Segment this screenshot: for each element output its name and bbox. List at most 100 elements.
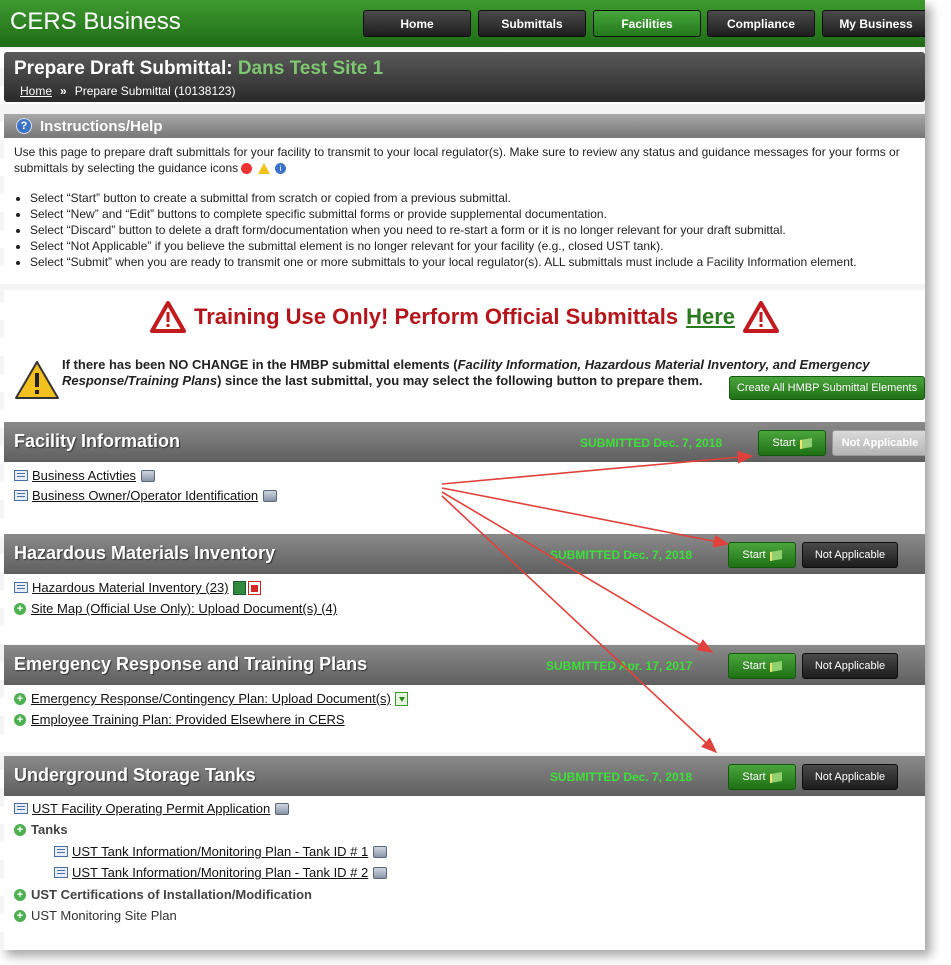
instructions-intro-2-line: submittals by selecting the guidance ico… — [14, 160, 915, 176]
help-icon: ? — [16, 118, 32, 134]
breadcrumb-current: Prepare Submittal (10138123) — [74, 84, 236, 98]
start-button[interactable]: Start — [728, 542, 796, 568]
list-item[interactable]: Business Owner/Operator Identification — [14, 488, 278, 503]
instructions-item: Select “New” and “Edit” buttons to compl… — [30, 206, 915, 222]
business-owner-operator-link[interactable]: Business Owner/Operator Identification — [32, 488, 258, 503]
list-item[interactable]: UST Tank Information/Monitoring Plan - T… — [54, 844, 388, 859]
employee-training-plan-link[interactable]: Employee Training Plan: Provided Elsewhe… — [31, 712, 345, 727]
flag-icon — [769, 660, 782, 672]
not-applicable-button[interactable]: Not Applicable — [802, 764, 898, 790]
print-icon[interactable] — [263, 489, 278, 502]
business-activities-link[interactable]: Business Activties — [32, 468, 136, 483]
caution-icon — [15, 361, 59, 399]
form-icon — [54, 867, 68, 878]
emergency-response-plan-link[interactable]: Emergency Response/Contingency Plan: Upl… — [31, 691, 391, 706]
list-item[interactable]: UST Facility Operating Permit Applicatio… — [14, 801, 290, 816]
instructions-body: Use this page to prepare draft submittal… — [4, 138, 925, 278]
list-item[interactable]: + Employee Training Plan: Provided Elsewh… — [14, 712, 345, 727]
form-icon — [14, 803, 28, 814]
top-navbar: CERS Business Home Submittals Facilities… — [0, 0, 925, 47]
form-icon — [14, 582, 28, 593]
instructions-item: Select “Not Applicable” if you believe t… — [30, 238, 915, 254]
list-item[interactable]: Business Activties — [14, 468, 156, 483]
print-icon[interactable] — [141, 469, 156, 482]
hazardous-material-inventory-link[interactable]: Hazardous Material Inventory (23) — [32, 580, 229, 595]
instructions-item: Select “Submit” when you are ready to tr… — [30, 254, 915, 270]
excel-icon[interactable] — [232, 580, 246, 595]
warning-triangle-icon — [743, 301, 780, 333]
section-body-emergency-response: + Emergency Response/Contingency Plan: Up… — [4, 685, 925, 745]
start-button[interactable]: Start — [758, 430, 826, 456]
print-icon[interactable] — [275, 802, 290, 815]
not-applicable-button[interactable]: Not Applicable — [802, 653, 898, 679]
add-icon[interactable]: + — [14, 823, 26, 836]
training-banner: Training Use Only! Perform Official Subm… — [4, 290, 925, 344]
download-icon[interactable] — [394, 691, 408, 706]
not-applicable-button: Not Applicable — [832, 430, 925, 456]
list-item[interactable]: Hazardous Material Inventory (23) — [14, 580, 261, 595]
add-icon: + — [14, 602, 26, 615]
add-icon[interactable]: + — [14, 909, 26, 922]
instructions-item: Select “Start” button to create a submit… — [30, 190, 915, 206]
section-header-facility-information: Facility Information SUBMITTED Dec. 7, 2… — [4, 422, 925, 462]
tank-1-link[interactable]: UST Tank Information/Monitoring Plan - T… — [72, 844, 368, 859]
section-title: Underground Storage Tanks — [14, 765, 256, 785]
print-icon[interactable] — [373, 866, 388, 879]
add-icon: + — [14, 713, 26, 726]
flag-icon — [769, 549, 782, 561]
nav-compliance-button[interactable]: Compliance — [707, 10, 815, 37]
tanks-label: Tanks — [31, 822, 68, 837]
breadcrumb: Home » Prepare Submittal (10138123) — [20, 84, 235, 98]
nav-my-business-button[interactable]: My Business — [822, 10, 925, 37]
breadcrumb-separator: » — [60, 84, 67, 98]
brand-logo[interactable]: CERS Business — [10, 8, 181, 36]
not-applicable-button[interactable]: Not Applicable — [802, 542, 898, 568]
list-item: + UST Monitoring Site Plan — [14, 908, 177, 923]
ust-certifications-label: UST Certifications of Installation/Modif… — [31, 887, 312, 902]
instructions-header[interactable]: ? Instructions/Help — [4, 114, 925, 138]
page-title-prefix: Prepare Draft Submittal: — [14, 58, 233, 79]
add-icon: + — [14, 692, 26, 705]
no-change-notice: If there has been NO CHANGE in the HMBP … — [4, 350, 925, 412]
start-button[interactable]: Start — [728, 653, 796, 679]
official-submittals-link[interactable]: Here — [686, 304, 735, 330]
ust-monitoring-site-plan-label: UST Monitoring Site Plan — [31, 908, 177, 923]
warning-triangle-icon — [149, 301, 186, 333]
section-body-underground-storage-tanks: UST Facility Operating Permit Applicatio… — [4, 796, 925, 950]
flag-icon — [799, 437, 812, 449]
nav-submittals-button[interactable]: Submittals — [478, 10, 586, 37]
add-icon[interactable]: + — [14, 888, 26, 901]
instructions-item: Select “Discard” button to delete a draf… — [30, 222, 915, 238]
form-icon — [54, 846, 68, 857]
nav-facilities-button[interactable]: Facilities — [593, 10, 701, 37]
nav-home-button[interactable]: Home — [363, 10, 471, 37]
instructions-list: Select “Start” button to create a submit… — [14, 190, 915, 270]
facility-name: Dans Test Site 1 — [237, 58, 384, 79]
section-header-emergency-response: Emergency Response and Training Plans SU… — [4, 645, 925, 685]
breadcrumb-home-link[interactable]: Home — [20, 84, 52, 98]
print-icon[interactable] — [373, 845, 388, 858]
page-title: Prepare Draft Submittal: Dans Test Site … — [14, 58, 383, 80]
submission-status: SUBMITTED Apr. 17, 2017 — [546, 659, 693, 673]
start-button[interactable]: Start — [728, 764, 796, 790]
section-title: Emergency Response and Training Plans — [14, 654, 368, 674]
list-item[interactable]: + Emergency Response/Contingency Plan: Up… — [14, 691, 408, 706]
section-body-hazardous-materials: Hazardous Material Inventory (23) + Site … — [4, 574, 925, 634]
info-guidance-icon: i — [275, 163, 287, 175]
app-window: CERS Business Home Submittals Facilities… — [0, 0, 925, 950]
list-item[interactable]: + Site Map (Official Use Only): Upload Do… — [14, 601, 337, 616]
list-item[interactable]: UST Tank Information/Monitoring Plan - T… — [54, 865, 388, 880]
ust-facility-permit-link[interactable]: UST Facility Operating Permit Applicatio… — [32, 801, 270, 816]
site-map-link[interactable]: Site Map (Official Use Only): Upload Doc… — [31, 601, 337, 616]
pdf-icon[interactable] — [247, 580, 261, 595]
training-banner-text: Training Use Only! Perform Official Subm… — [193, 304, 679, 329]
section-body-facility-information: Business Activties Business Owner/Operat… — [4, 462, 925, 522]
tank-2-link[interactable]: UST Tank Information/Monitoring Plan - T… — [72, 865, 368, 880]
page-header: Prepare Draft Submittal: Dans Test Site … — [4, 52, 925, 102]
flag-icon — [769, 771, 782, 783]
section-header-underground-storage-tanks: Underground Storage Tanks SUBMITTED Dec.… — [4, 756, 925, 796]
error-guidance-icon — [241, 163, 253, 175]
list-item: + UST Certifications of Installation/Modi… — [14, 887, 312, 902]
create-all-hmbp-button[interactable]: Create All HMBP Submittal Elements — [729, 376, 925, 400]
warning-guidance-icon — [257, 163, 270, 175]
